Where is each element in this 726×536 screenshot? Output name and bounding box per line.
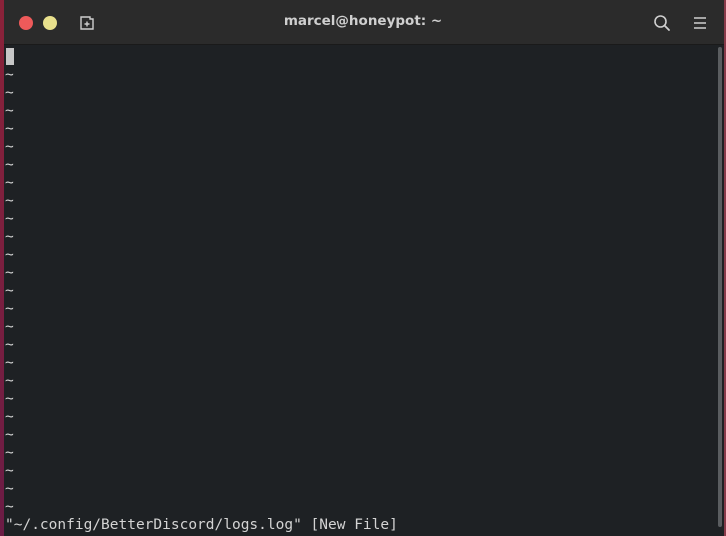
empty-line-marker: ~ [5,103,14,119]
empty-line-marker: ~ [5,337,14,353]
empty-line-marker: ~ [5,319,14,335]
empty-line-marker: ~ [5,85,14,101]
empty-line-marker: ~ [5,175,14,191]
empty-line-marker: ~ [5,265,14,281]
empty-line-marker: ~ [5,283,14,299]
empty-line-marker: ~ [5,355,14,371]
empty-line-marker: ~ [5,391,14,407]
minimize-icon[interactable] [43,16,57,30]
empty-line-marker: ~ [5,247,14,263]
vim-status-line: "~/.config/BetterDiscord/logs.log" [New … [5,517,398,533]
new-tab-icon[interactable] [78,14,96,32]
empty-line-marker: ~ [5,67,14,83]
window-frame-left [0,0,4,536]
window-title: marcel@honeypot: ~ [283,13,443,29]
empty-line-marker: ~ [5,409,14,425]
empty-line-marker: ~ [5,373,14,389]
empty-line-marker: ~ [5,121,14,137]
scrollbar[interactable] [718,47,722,527]
close-icon[interactable] [19,16,33,30]
text-cursor [6,48,14,65]
empty-line-marker: ~ [5,301,14,317]
terminal-area[interactable]: "~/.config/BetterDiscord/logs.log" [New … [4,46,720,536]
empty-line-marker: ~ [5,211,14,227]
empty-line-marker: ~ [5,463,14,479]
empty-line-marker: ~ [5,139,14,155]
empty-line-marker: ~ [5,427,14,443]
search-icon[interactable] [652,13,672,33]
empty-line-marker: ~ [5,481,14,497]
terminal-window: marcel@honeypot: ~ "~/.config/BetterDisc… [0,0,726,536]
empty-line-marker: ~ [5,499,14,515]
empty-line-marker: ~ [5,445,14,461]
title-bar: marcel@honeypot: ~ [0,0,726,45]
empty-line-marker: ~ [5,229,14,245]
hamburger-menu-icon[interactable] [691,14,709,32]
empty-line-marker: ~ [5,193,14,209]
empty-line-marker: ~ [5,157,14,173]
